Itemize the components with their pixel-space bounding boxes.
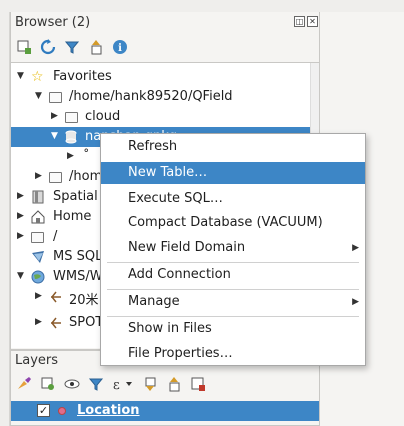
tree-item-label: / [53,229,58,244]
expand-arrow-icon[interactable]: ▶ [17,211,24,221]
expand-arrow-icon[interactable]: ▶ [35,291,42,301]
star-icon: ☆ [31,69,44,85]
home-icon [31,210,45,224]
close-panel-icon[interactable]: ✕ [307,16,318,27]
menu-item-new-field-domain[interactable]: New Field Domain ▶ [101,237,365,259]
menu-item-manage[interactable]: Manage ▶ [101,291,365,313]
layer-label: Location [77,403,140,418]
menu-separator [107,262,359,263]
tree-item-cloud[interactable]: ▶ cloud [11,107,319,127]
menu-item-file-properties[interactable]: File Properties… [101,343,365,365]
add-layer-icon[interactable] [15,38,33,56]
context-menu: Refresh New Table… Execute SQL… Compact … [100,133,366,366]
expand-arrow-icon[interactable]: ▶ [51,111,58,121]
menu-separator [107,289,359,290]
database-icon [65,130,79,144]
menu-item-execute-sql[interactable]: Execute SQL… [101,188,365,210]
expand-arrow-icon[interactable]: ▶ [17,191,24,201]
expand-all-icon[interactable] [141,375,159,393]
float-panel-icon[interactable]: ◫ [294,16,305,27]
tree-item-label: ˚ [83,149,90,164]
folder-icon [31,232,44,243]
tree-item-label: cloud [85,109,121,124]
menu-item-refresh[interactable]: Refresh [101,136,365,158]
submenu-arrow-icon: ▶ [352,297,359,307]
expand-arrow-icon[interactable]: ▼ [35,91,42,101]
menu-item-compact-database[interactable]: Compact Database (VACUUM) [101,212,365,234]
layer-visibility-checkbox[interactable]: ✓ [37,404,50,417]
bookmark-icon [31,190,45,204]
point-symbol-icon [58,407,66,415]
svg-text:i: i [118,43,122,54]
xyz-icon [49,316,63,330]
tree-item-qfield-folder[interactable]: ▼ /home/hank89520/QField [11,87,319,107]
tree-item-label: Spatial [53,189,98,204]
folder-icon [49,172,62,183]
collapse-all-icon[interactable] [165,375,183,393]
style-panel-icon[interactable] [15,375,33,393]
tree-item-favorites[interactable]: ▼ ☆ Favorites [11,67,319,87]
mssql-icon [31,250,45,264]
expand-arrow-icon[interactable]: ▶ [35,171,42,181]
menu-item-new-table[interactable]: New Table… [101,162,365,184]
collapse-icon[interactable] [87,38,105,56]
menu-item-label: New Field Domain [128,240,246,255]
tree-item-label: WMS/W [53,269,103,284]
expression-filter-icon[interactable]: ε [111,375,135,393]
menu-item-label: Manage [128,294,180,309]
globe-icon [31,270,45,284]
folder-icon [49,92,62,103]
top-toolbar-strip [0,0,404,12]
layer-row-location[interactable]: ✓ Location [11,401,319,421]
tree-item-label: SPOT [69,315,104,330]
expand-arrow-icon[interactable]: ▼ [17,71,24,81]
xyz-icon [49,290,63,304]
folder-icon [65,112,78,123]
expand-arrow-icon[interactable]: ▶ [35,317,42,327]
tree-item-label: /hom [69,169,103,184]
layers-panel-title: Layers [15,353,59,368]
left-dock-edge [0,12,10,426]
remove-layer-icon[interactable] [189,375,207,393]
tree-item-label: Favorites [53,69,112,84]
tree-item-label: Home [53,209,92,224]
submenu-arrow-icon: ▶ [352,243,359,253]
menu-item-show-in-files[interactable]: Show in Files [101,318,365,340]
refresh-icon[interactable] [39,38,57,56]
filter-legend-icon[interactable] [87,375,105,393]
menu-item-add-connection[interactable]: Add Connection [101,264,365,286]
filter-icon[interactable] [63,38,81,56]
expand-arrow-icon[interactable]: ▶ [17,231,24,241]
browser-toolbar: i [15,36,129,58]
svg-text:ε: ε [113,378,120,392]
tree-item-label: /home/hank89520/QField [69,89,233,104]
layers-toolbar: ε [15,373,207,395]
add-group-icon[interactable] [39,375,57,393]
tree-item-label: 20米 [69,293,99,308]
expand-arrow-icon[interactable]: ▼ [51,131,58,141]
tree-item-label: MS SQL [53,249,103,264]
browser-panel-title: Browser (2) [15,15,91,30]
expand-arrow-icon[interactable]: ▼ [17,271,24,281]
expand-arrow-icon[interactable]: ▶ [67,151,74,161]
info-icon[interactable]: i [111,38,129,56]
visibility-icon[interactable] [63,375,81,393]
menu-separator [107,316,359,317]
